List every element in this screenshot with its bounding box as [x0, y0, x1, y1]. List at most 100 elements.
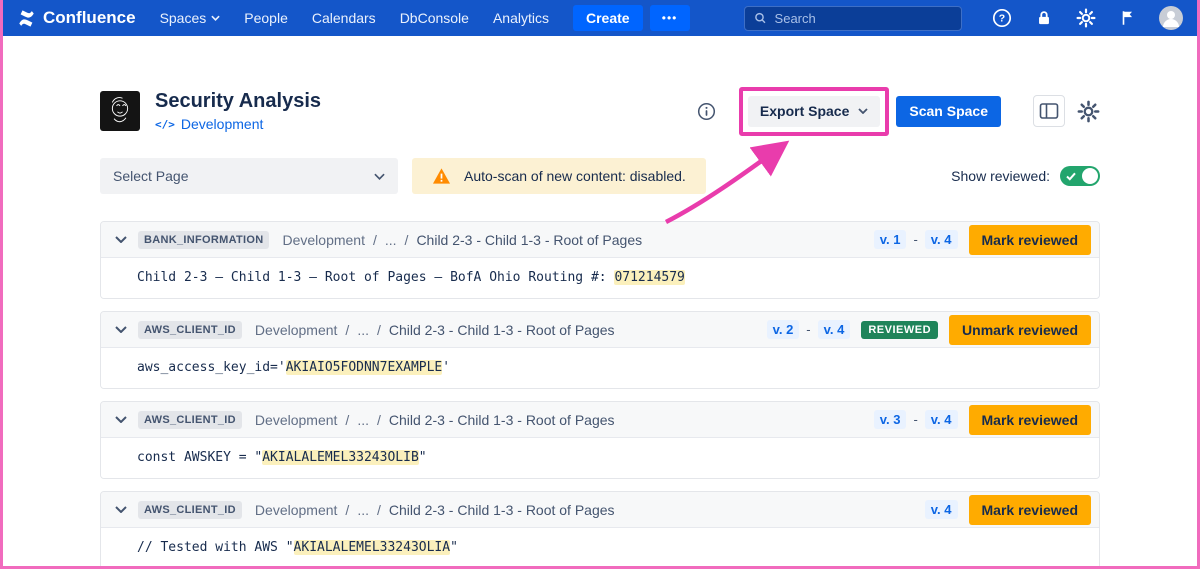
- breadcrumb-separator: /: [377, 502, 381, 518]
- version-separator: -: [913, 412, 917, 427]
- nav-right: ?: [744, 6, 1183, 31]
- finding-type-badge: AWS_CLIENT_ID: [138, 321, 242, 339]
- nav-item-spaces[interactable]: Spaces: [160, 10, 221, 26]
- more-button[interactable]: •••: [650, 5, 690, 31]
- finding-header: AWS_CLIENT_ID Development / ... / Child …: [101, 402, 1099, 437]
- space-header: Security Analysis </> Development Exp: [100, 90, 1100, 132]
- version-to-link[interactable]: v. 4: [818, 320, 851, 339]
- select-page-label: Select Page: [113, 168, 189, 184]
- search-input[interactable]: [775, 11, 952, 26]
- version-to-link[interactable]: v. 4: [925, 410, 958, 429]
- mark-reviewed-button[interactable]: Mark reviewed: [969, 495, 1092, 525]
- finding-actions: v. 1 - v. 4 Mark reviewed: [874, 225, 1091, 255]
- breadcrumb-separator: /: [345, 502, 349, 518]
- nav-item-label: Analytics: [493, 10, 549, 26]
- select-page-dropdown[interactable]: Select Page: [100, 158, 398, 194]
- snippet-text: // Tested with AWS ": [137, 540, 294, 555]
- top-nav: Confluence Spaces People Calendars DbCon…: [3, 0, 1197, 36]
- breadcrumb-page[interactable]: Child 2-3 - Child 1-3 - Root of Pages: [416, 232, 642, 248]
- search-box: [744, 6, 962, 31]
- mark-reviewed-button[interactable]: Mark reviewed: [969, 225, 1092, 255]
- gear-icon[interactable]: [1075, 8, 1096, 29]
- breadcrumb-page[interactable]: Child 2-3 - Child 1-3 - Root of Pages: [389, 322, 615, 338]
- finding-actions: v. 4 Mark reviewed: [925, 495, 1091, 525]
- page: Confluence Spaces People Calendars DbCon…: [0, 0, 1200, 569]
- version-from-link[interactable]: v. 2: [767, 320, 800, 339]
- toggle-knob: [1082, 168, 1098, 184]
- create-button[interactable]: Create: [573, 5, 643, 31]
- snippet-match: AKIAIO5FODNN7EXAMPLE: [286, 360, 443, 375]
- version-to-link[interactable]: v. 4: [925, 230, 958, 249]
- side-panel-toggle-button[interactable]: [1033, 95, 1065, 127]
- snippet-match: 071214579: [614, 270, 684, 285]
- page-title: Security Analysis: [155, 90, 321, 113]
- info-icon[interactable]: [697, 102, 716, 121]
- chevron-down-icon[interactable]: [115, 236, 127, 243]
- finding-type-badge: BANK_INFORMATION: [138, 231, 269, 249]
- confluence-logo[interactable]: Confluence: [17, 8, 136, 28]
- breadcrumb-separator: /: [345, 412, 349, 428]
- version-from-link[interactable]: v. 3: [874, 410, 907, 429]
- code-space-icon: </>: [155, 118, 175, 131]
- filter-row: Select Page Auto-scan of new content: di…: [100, 158, 1100, 194]
- nav-item-calendars[interactable]: Calendars: [312, 10, 376, 26]
- panel-layout-icon: [1039, 102, 1059, 120]
- breadcrumb-separator: /: [405, 232, 409, 248]
- chevron-down-icon: [858, 108, 868, 114]
- space-settings-gear-icon[interactable]: [1077, 100, 1100, 123]
- finding-snippet: const AWSKEY = "AKIALALEMEL33243OLIB": [101, 437, 1099, 478]
- confluence-mark-icon: [17, 9, 36, 28]
- brand-label: Confluence: [43, 8, 136, 28]
- avatar[interactable]: [1159, 6, 1183, 30]
- version-to-link[interactable]: v. 4: [925, 500, 958, 519]
- finding-card: AWS_CLIENT_ID Development / ... / Child …: [100, 401, 1100, 479]
- scan-space-button[interactable]: Scan Space: [896, 96, 1001, 127]
- nav-item-analytics[interactable]: Analytics: [493, 10, 549, 26]
- nav-item-label: DbConsole: [400, 10, 469, 26]
- finding-card: AWS_CLIENT_ID Development / ... / Child …: [100, 311, 1100, 389]
- breadcrumb-separator: /: [377, 322, 381, 338]
- finding-header: AWS_CLIENT_ID Development / ... / Child …: [101, 492, 1099, 527]
- mark-reviewed-button[interactable]: Mark reviewed: [969, 405, 1092, 435]
- chevron-down-icon[interactable]: [115, 326, 127, 333]
- nav-item-label: Spaces: [160, 10, 207, 26]
- nav-cta-group: Create •••: [573, 5, 690, 31]
- show-reviewed-toggle[interactable]: [1060, 166, 1100, 186]
- export-space-button[interactable]: Export Space: [748, 96, 880, 127]
- version-separator: -: [806, 322, 810, 337]
- breadcrumb-space[interactable]: Development: [282, 232, 365, 248]
- finding-header: AWS_CLIENT_ID Development / ... / Child …: [101, 312, 1099, 347]
- snippet-text: Child 2-3 – Child 1-3 – Root of Pages – …: [137, 270, 614, 285]
- unmark-reviewed-button[interactable]: Unmark reviewed: [949, 315, 1091, 345]
- flag-icon[interactable]: [1117, 8, 1138, 29]
- snippet-text: ': [442, 360, 450, 375]
- warning-text: Auto-scan of new content: disabled.: [464, 168, 686, 184]
- breadcrumb-space[interactable]: Development: [255, 412, 338, 428]
- lock-icon[interactable]: [1033, 8, 1054, 29]
- space-link[interactable]: Development: [181, 116, 264, 132]
- export-space-wrapper: Export Space: [748, 96, 880, 127]
- finding-snippet: // Tested with AWS "AKIALALEMEL33243OLIA…: [101, 527, 1099, 568]
- breadcrumb-ellipsis: ...: [357, 412, 369, 428]
- finding-actions: v. 3 - v. 4 Mark reviewed: [874, 405, 1091, 435]
- breadcrumb-page[interactable]: Child 2-3 - Child 1-3 - Root of Pages: [389, 412, 615, 428]
- space-subtitle: </> Development: [155, 116, 321, 132]
- breadcrumb-page[interactable]: Child 2-3 - Child 1-3 - Root of Pages: [389, 502, 615, 518]
- check-icon: [1066, 172, 1076, 181]
- space-avatar[interactable]: [100, 91, 140, 131]
- search-icon: [754, 11, 767, 25]
- breadcrumb-space[interactable]: Development: [255, 322, 338, 338]
- finding-snippet: aws_access_key_id='AKIAIO5FODNN7EXAMPLE': [101, 347, 1099, 388]
- finding-type-badge: AWS_CLIENT_ID: [138, 411, 242, 429]
- nav-item-dbconsole[interactable]: DbConsole: [400, 10, 469, 26]
- breadcrumb-space[interactable]: Development: [255, 502, 338, 518]
- snippet-text: aws_access_key_id=': [137, 360, 286, 375]
- finding-type-badge: AWS_CLIENT_ID: [138, 501, 242, 519]
- main-content: Security Analysis </> Development Exp: [100, 90, 1100, 569]
- help-icon[interactable]: ?: [991, 8, 1012, 29]
- nav-item-people[interactable]: People: [244, 10, 288, 26]
- version-from-link[interactable]: v. 1: [874, 230, 907, 249]
- findings-list: BANK_INFORMATION Development / ... / Chi…: [100, 221, 1100, 569]
- chevron-down-icon[interactable]: [115, 416, 127, 423]
- chevron-down-icon[interactable]: [115, 506, 127, 513]
